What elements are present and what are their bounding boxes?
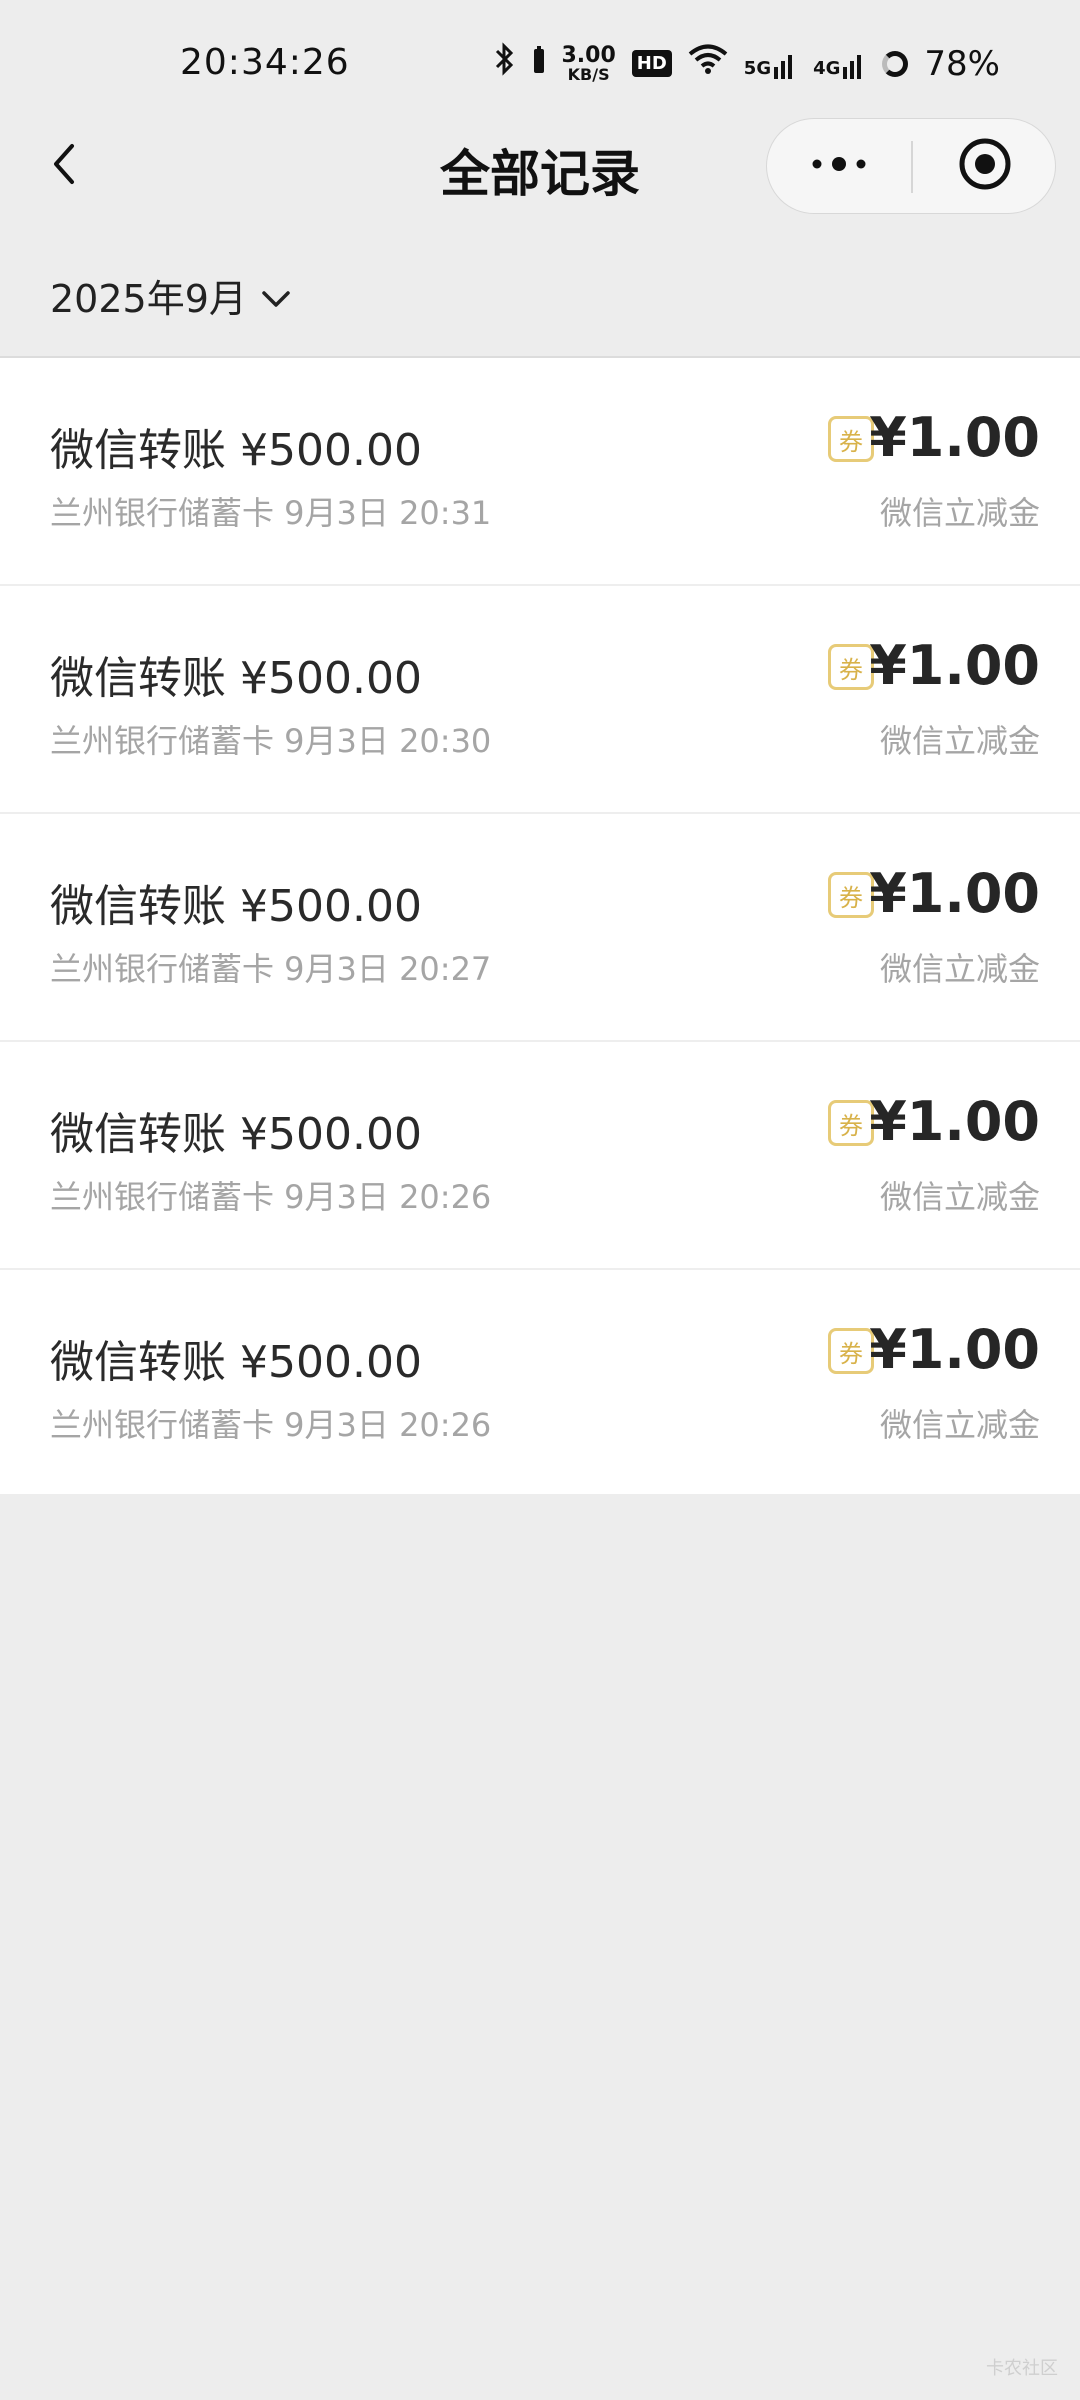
record-note: 微信立减金: [879, 494, 1040, 532]
record-note: 微信立减金: [879, 1406, 1040, 1444]
record-subtitle: 兰州银行储蓄卡 9月3日 20:26: [50, 1406, 492, 1444]
record-note: 微信立减金: [879, 950, 1040, 988]
target-close-icon: [957, 136, 1013, 196]
wifi-icon: [688, 43, 728, 84]
battery-icon: [882, 50, 909, 77]
chevron-down-icon: [261, 274, 291, 318]
list-item[interactable]: 微信转账 ¥500.00 兰州银行储蓄卡 9月3日 20:27 券 ¥1.00 …: [0, 814, 1080, 1042]
nav-bar: 全部记录: [0, 110, 1080, 230]
status-time: 20:34:26: [180, 42, 350, 83]
list-item[interactable]: 微信转账 ¥500.00 兰州银行储蓄卡 9月3日 20:26 券 ¥1.00 …: [0, 1270, 1080, 1494]
net-speed: 3.00 KB/S: [561, 42, 616, 84]
bluetooth-icon: [494, 42, 516, 85]
watermark: 卡农社区: [986, 2358, 1058, 2379]
record-note: 微信立减金: [879, 722, 1040, 760]
record-note: 微信立减金: [879, 1178, 1040, 1216]
coupon-icon: 券: [828, 872, 874, 918]
signal-5g-icon: 5G: [744, 49, 797, 79]
record-amount: ¥1.00: [869, 862, 1040, 925]
record-subtitle: 兰州银行储蓄卡 9月3日 20:31: [50, 494, 492, 532]
month-label: 2025年9月: [50, 277, 247, 321]
battery-mini-icon: [532, 44, 546, 84]
signal-4g-icon: 4G: [813, 49, 866, 79]
record-title: 微信转账 ¥500.00: [50, 1109, 422, 1160]
mini-program-capsule: [766, 118, 1056, 214]
record-title: 微信转账 ¥500.00: [50, 881, 422, 932]
month-filter[interactable]: 2025年9月: [50, 268, 291, 323]
record-title: 微信转账 ¥500.00: [50, 1337, 422, 1388]
record-title: 微信转账 ¥500.00: [50, 425, 422, 476]
record-amount: ¥1.00: [869, 1318, 1040, 1381]
list-item[interactable]: 微信转账 ¥500.00 兰州银行储蓄卡 9月3日 20:26 券 ¥1.00 …: [0, 1042, 1080, 1270]
record-subtitle: 兰州银行储蓄卡 9月3日 20:27: [50, 950, 492, 988]
close-button[interactable]: [913, 119, 1057, 213]
record-subtitle: 兰州银行储蓄卡 9月3日 20:26: [50, 1178, 492, 1216]
list-item[interactable]: 微信转账 ¥500.00 兰州银行储蓄卡 9月3日 20:30 券 ¥1.00 …: [0, 586, 1080, 814]
battery-percent: 78%: [924, 43, 1000, 84]
coupon-icon: 券: [828, 416, 874, 462]
record-title: 微信转账 ¥500.00: [50, 653, 422, 704]
coupon-icon: 券: [828, 1328, 874, 1374]
record-subtitle: 兰州银行储蓄卡 9月3日 20:30: [50, 722, 492, 760]
status-icons: 3.00 KB/S HD 5G 4G 78%: [494, 42, 1000, 85]
coupon-icon: 券: [828, 644, 874, 690]
list-item[interactable]: 微信转账 ¥500.00 兰州银行储蓄卡 9月3日 20:31 券 ¥1.00 …: [0, 358, 1080, 586]
record-amount: ¥1.00: [869, 1090, 1040, 1153]
more-button[interactable]: [767, 119, 911, 213]
record-list: 微信转账 ¥500.00 兰州银行储蓄卡 9月3日 20:31 券 ¥1.00 …: [0, 356, 1080, 1494]
coupon-icon: 券: [828, 1100, 874, 1146]
hd-badge: HD: [631, 50, 672, 77]
more-dots-icon: [809, 154, 869, 178]
record-amount: ¥1.00: [869, 634, 1040, 697]
record-amount: ¥1.00: [869, 406, 1040, 469]
